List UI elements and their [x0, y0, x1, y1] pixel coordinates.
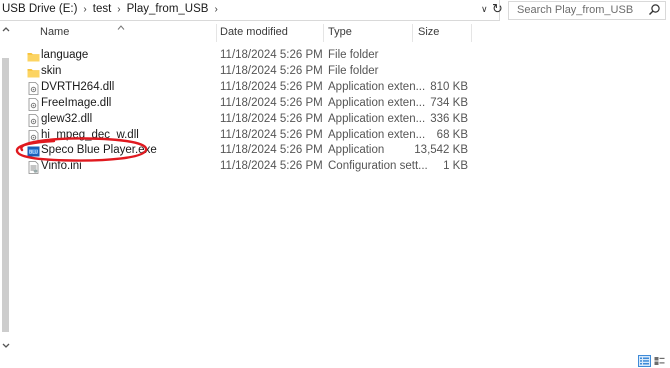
column-header-type[interactable]: Type: [328, 26, 352, 42]
file-date: 11/18/2024 5:26 PM: [220, 49, 323, 61]
file-date: 11/18/2024 5:26 PM: [220, 160, 323, 172]
folder-icon: [27, 69, 40, 78]
file-name: glew32.dll: [41, 113, 93, 125]
file-date: 11/18/2024 5:26 PM: [220, 97, 323, 109]
file-type: Application exten...: [328, 81, 426, 93]
breadcrumb-test[interactable]: test: [93, 3, 112, 15]
column-header-size[interactable]: Size: [418, 26, 439, 42]
search-icon[interactable]: [648, 3, 661, 16]
file-size: 336 KB: [430, 113, 468, 125]
breadcrumb-drive[interactable]: USB Drive (E:): [2, 3, 77, 15]
file-type: Application exten...: [328, 129, 426, 141]
file-type: Application exten...: [328, 113, 426, 125]
address-bar[interactable]: USB Drive (E:) › test › Play_from_USB › ∨ ↻: [0, 0, 503, 21]
file-date: 11/18/2024 5:26 PM: [220, 144, 323, 156]
breadcrumb-play-from-usb[interactable]: Play_from_USB: [127, 3, 209, 15]
column-divider[interactable]: [323, 24, 324, 42]
file-type: File folder: [328, 49, 379, 61]
folder-icon: [27, 53, 40, 62]
file-size: 810 KB: [430, 81, 468, 93]
column-header-date[interactable]: Date modified: [220, 26, 288, 42]
column-divider[interactable]: [471, 24, 472, 42]
scroll-down-icon[interactable]: [1, 341, 11, 351]
dll-file-icon: [28, 82, 39, 95]
file-date: 11/18/2024 5:26 PM: [220, 81, 323, 93]
file-row[interactable]: skin 11/18/2024 5:26 PM File folder: [24, 65, 484, 80]
file-name: skin: [41, 65, 62, 77]
file-row[interactable]: glew32.dll 11/18/2024 5:26 PM Applicatio…: [24, 113, 484, 128]
file-type: Configuration sett...: [328, 160, 428, 172]
breadcrumb: USB Drive (E:) › test › Play_from_USB ›: [2, 3, 224, 15]
file-name: FreeImage.dll: [41, 97, 112, 109]
scroll-up-icon[interactable]: [1, 24, 11, 34]
column-divider[interactable]: [216, 24, 217, 42]
file-name: DVRTH264.dll: [41, 81, 115, 93]
dll-file-icon: [28, 114, 39, 127]
file-type: File folder: [328, 65, 379, 77]
file-date: 11/18/2024 5:26 PM: [220, 129, 323, 141]
file-row[interactable]: language 11/18/2024 5:26 PM File folder: [24, 49, 484, 64]
file-row[interactable]: FreeImage.dll 11/18/2024 5:26 PM Applica…: [24, 97, 484, 112]
refresh-icon[interactable]: ↻: [492, 1, 503, 17]
dll-file-icon: [28, 98, 39, 111]
file-date: 11/18/2024 5:26 PM: [220, 65, 323, 77]
file-type: Application exten...: [328, 97, 426, 109]
file-name: language: [41, 49, 89, 61]
file-size: 1 KB: [443, 160, 468, 172]
search-input[interactable]: Search Play_from_USB: [517, 4, 633, 16]
file-type: Application: [328, 144, 385, 156]
sort-ascending-icon: [117, 25, 125, 30]
annotation-circle: [15, 137, 148, 162]
file-size: 68 KB: [436, 129, 468, 141]
file-date: 11/18/2024 5:26 PM: [220, 113, 323, 125]
file-row[interactable]: DVRTH264.dll 11/18/2024 5:26 PM Applicat…: [24, 81, 484, 96]
breadcrumb-separator-icon[interactable]: ›: [117, 4, 120, 15]
column-header-name[interactable]: Name: [40, 26, 69, 42]
file-size: 734 KB: [430, 97, 468, 109]
details-view-icon: [640, 357, 649, 365]
file-size: 13,542 KB: [414, 144, 468, 156]
details-view-button[interactable]: [638, 355, 651, 367]
breadcrumb-separator-icon[interactable]: ›: [214, 4, 217, 15]
chevron-down-icon[interactable]: ∨: [481, 4, 488, 15]
column-divider[interactable]: [412, 24, 413, 42]
scrollbar-thumb[interactable]: [2, 58, 9, 332]
search-box[interactable]: Search Play_from_USB: [508, 1, 666, 20]
breadcrumb-separator-icon[interactable]: ›: [83, 4, 86, 15]
large-icons-view-icon[interactable]: [654, 356, 665, 366]
